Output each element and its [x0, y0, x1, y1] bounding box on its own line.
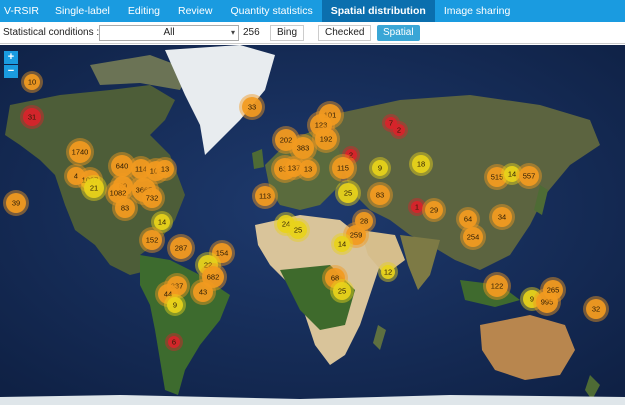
cluster-count-label: 6	[172, 338, 176, 347]
cluster-count-label: 14	[338, 240, 346, 249]
nav-single-label[interactable]: Single-label	[46, 0, 119, 22]
cluster-count-label: 13	[304, 165, 312, 174]
cluster-count-label: 557	[523, 172, 536, 181]
cluster-count-label: 1	[415, 203, 419, 212]
status-field[interactable]: Checked	[318, 25, 372, 41]
cluster-count-label: 43	[199, 288, 207, 297]
chevron-down-icon: ▾	[230, 28, 235, 37]
cluster-count-label: 14	[508, 170, 516, 179]
cluster-count-label: 115	[337, 164, 349, 173]
nav-quantity-statistics[interactable]: Quantity statistics	[221, 0, 321, 22]
cluster-count-label: 39	[12, 199, 20, 208]
cluster-count-label: 25	[344, 189, 352, 198]
spatial-button[interactable]: Spatial	[377, 25, 420, 41]
nav-review[interactable]: Review	[169, 0, 221, 22]
cluster-count-label: 14	[158, 218, 166, 227]
cluster-count-label: 12	[384, 268, 392, 277]
result-count: 256	[243, 27, 260, 38]
cluster-count-label: 9	[378, 164, 382, 173]
nav-editing[interactable]: Editing	[119, 0, 169, 22]
cluster-count-label: 9	[173, 301, 177, 310]
cluster-count-label: 83	[376, 191, 384, 200]
map-canvas: 1031174064011410213410072189108236657328…	[0, 45, 625, 405]
cluster-count-label: 33	[248, 103, 256, 112]
nav-image-sharing[interactable]: Image sharing	[435, 0, 520, 22]
cluster-count-label: 25	[294, 226, 302, 235]
source-field[interactable]: Bing	[270, 25, 305, 41]
cluster-count-label: 29	[430, 206, 438, 215]
cluster-count-label: 1740	[72, 148, 89, 157]
cluster-count-label: 34	[498, 213, 506, 222]
cluster-count-label: 265	[547, 286, 560, 295]
cluster-count-label: 113	[259, 192, 271, 201]
cluster-count-label: 287	[175, 244, 188, 253]
cluster-count-label: 640	[116, 162, 129, 171]
cluster-count-label: 682	[207, 273, 220, 282]
cluster-count-label: 732	[146, 194, 159, 203]
cluster-count-label: 13	[161, 165, 169, 174]
cluster-count-label: 254	[467, 233, 480, 242]
cluster-count-label: 25	[338, 287, 346, 296]
cluster-count-label: 154	[216, 249, 229, 258]
cluster-count-label: 31	[28, 113, 36, 122]
zoom-in-button[interactable]: +	[4, 51, 18, 64]
cluster-count-label: 152	[146, 236, 159, 245]
cluster-count-label: 122	[491, 282, 504, 291]
statistical-conditions-label: Statistical conditions :	[3, 27, 100, 38]
filter-bar: Statistical conditions : All ▾ 256 Bing …	[0, 22, 625, 44]
condition-select-value: All	[163, 27, 175, 38]
app-brand: V-RSIR	[4, 5, 40, 17]
cluster-count-label: 18	[417, 160, 425, 169]
cluster-count-label: 259	[350, 231, 363, 240]
cluster-count-label: 2	[397, 126, 401, 135]
cluster-count-label: 10	[28, 78, 36, 87]
nav-spatial-distribution[interactable]: Spatial distribution	[321, 0, 435, 22]
zoom-out-button[interactable]: −	[4, 65, 18, 78]
cluster-count-label: 64	[464, 215, 472, 224]
cluster-count-label: 21	[90, 184, 98, 193]
cluster-count-label: 383	[297, 144, 310, 153]
condition-select[interactable]: All ▾	[99, 25, 239, 41]
top-nav: V-RSIR Single-label Editing Review Quant…	[0, 0, 625, 22]
cluster-count-label: 32	[592, 305, 600, 314]
cluster-count-label: 83	[121, 204, 129, 213]
cluster-count-label: 192	[320, 135, 333, 144]
world-map[interactable]: 1031174064011410213410072189108236657328…	[0, 45, 625, 405]
